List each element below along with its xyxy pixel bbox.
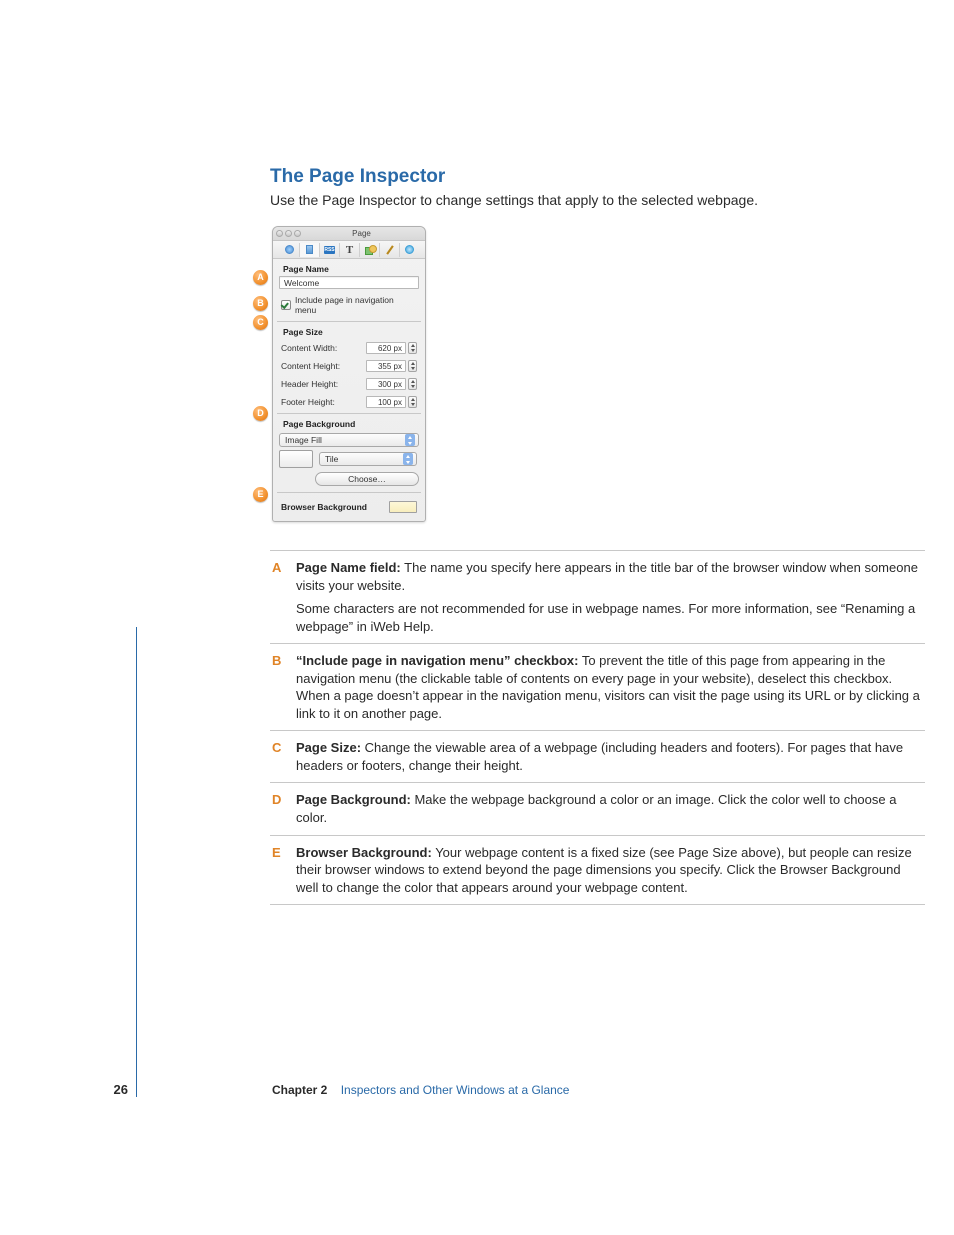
tab-text[interactable]: T <box>339 243 359 257</box>
browser-background-color-well[interactable] <box>389 501 417 513</box>
choose-button[interactable]: Choose… <box>315 472 419 486</box>
header-height-label: Header Height: <box>281 379 338 389</box>
definition-row: CPage Size: Change the viewable area of … <box>270 731 925 783</box>
definition-paragraph: Some characters are not recommended for … <box>296 600 925 635</box>
definition-title: Page Name field: <box>296 560 401 575</box>
callout-badge-b: B <box>253 296 268 311</box>
intro-paragraph: Use the Page Inspector to change setting… <box>270 192 925 208</box>
content-height-field[interactable]: 355 px <box>366 360 406 372</box>
page-background-section-label: Page Background <box>277 414 421 431</box>
content-width-field[interactable]: 620 px <box>366 342 406 354</box>
callout-badge-d: D <box>253 406 268 421</box>
definition-paragraph: Page Name field: The name you specify he… <box>296 559 925 594</box>
callout-badge-c: C <box>253 315 268 330</box>
callout-badge-a: A <box>253 270 268 285</box>
page-name-field[interactable]: Welcome <box>279 276 419 289</box>
page-name-section-label: Page Name <box>277 259 421 276</box>
definition-body: Page Name field: The name you specify he… <box>296 559 925 635</box>
shapes-icon <box>365 245 375 254</box>
page-icon <box>306 245 313 254</box>
definition-body: Page Background: Make the webpage backgr… <box>296 791 925 826</box>
content-width-stepper[interactable] <box>408 342 417 354</box>
tab-page[interactable] <box>299 243 319 257</box>
definition-body: Page Size: Change the viewable area of a… <box>296 739 925 774</box>
include-nav-label: Include page in navigation menu <box>295 295 417 315</box>
definition-title: Page Background: <box>296 792 411 807</box>
chapter-label: Chapter 2 <box>272 1083 327 1097</box>
window-title: Page <box>301 229 422 238</box>
content-height-stepper[interactable] <box>408 360 417 372</box>
popup-carets-icon <box>403 453 413 465</box>
tab-site[interactable] <box>279 243 299 257</box>
window-traffic-lights[interactable] <box>276 230 301 237</box>
definition-letter: A <box>270 559 296 635</box>
page-size-section-label: Page Size <box>277 322 421 339</box>
definition-title: Browser Background: <box>296 845 432 860</box>
definition-letter: D <box>270 791 296 826</box>
text-icon: T <box>346 244 353 256</box>
image-fill-popup[interactable]: Image Fill <box>279 433 419 447</box>
content-width-label: Content Width: <box>281 343 337 353</box>
section-heading: The Page Inspector <box>270 166 925 188</box>
definition-paragraph: Browser Background: Your webpage content… <box>296 844 925 897</box>
definition-paragraph: Page Background: Make the webpage backgr… <box>296 791 925 826</box>
footer-height-stepper[interactable] <box>408 396 417 408</box>
header-height-stepper[interactable] <box>408 378 417 390</box>
footer-height-label: Footer Height: <box>281 397 335 407</box>
inspector-tabs: RSS T <box>273 241 425 259</box>
footer-height-field[interactable]: 100 px <box>366 396 406 408</box>
tile-popup[interactable]: Tile <box>319 452 417 466</box>
tab-quicktime[interactable] <box>399 243 419 257</box>
definition-paragraph: “Include page in navigation menu” checkb… <box>296 652 925 722</box>
page-background-color-well[interactable] <box>279 450 313 468</box>
content-height-label: Content Height: <box>281 361 340 371</box>
window-titlebar: Page <box>273 227 425 241</box>
header-height-field[interactable]: 300 px <box>366 378 406 390</box>
tile-label: Tile <box>325 454 338 464</box>
footer-rule <box>136 627 137 1097</box>
image-fill-label: Image Fill <box>285 435 322 445</box>
include-nav-checkbox[interactable] <box>281 300 291 310</box>
definition-body: “Include page in navigation menu” checkb… <box>296 652 925 722</box>
quicktime-icon <box>405 245 414 254</box>
tab-graphic[interactable] <box>359 243 379 257</box>
callout-badge-e: E <box>253 487 268 502</box>
definition-row: DPage Background: Make the webpage backg… <box>270 783 925 835</box>
tab-rss[interactable]: RSS <box>319 243 339 257</box>
popup-carets-icon <box>405 434 415 446</box>
definition-letter: E <box>270 844 296 897</box>
tab-metrics[interactable] <box>379 243 399 257</box>
pencil-icon <box>386 245 393 254</box>
page-inspector-window: Page RSS T Page Name Welcome Inc <box>272 226 426 522</box>
definition-body: Browser Background: Your webpage content… <box>296 844 925 897</box>
definition-title: “Include page in navigation menu” checkb… <box>296 653 578 668</box>
globe-icon <box>285 245 294 254</box>
definition-letter: C <box>270 739 296 774</box>
definition-row: EBrowser Background: Your webpage conten… <box>270 836 925 906</box>
definition-paragraph: Page Size: Change the viewable area of a… <box>296 739 925 774</box>
page-number: 26 <box>0 1082 128 1097</box>
definition-row: APage Name field: The name you specify h… <box>270 551 925 644</box>
browser-background-section-label: Browser Background <box>281 502 367 512</box>
inspector-figure: Page RSS T Page Name Welcome Inc <box>270 226 450 522</box>
definition-letter: B <box>270 652 296 722</box>
callout-definitions: APage Name field: The name you specify h… <box>270 550 925 905</box>
definition-row: B“Include page in navigation menu” check… <box>270 644 925 731</box>
rss-icon: RSS <box>324 246 335 254</box>
definition-title: Page Size: <box>296 740 361 755</box>
page-footer: 26 Chapter 2 Inspectors and Other Window… <box>0 1082 954 1097</box>
chapter-title: Inspectors and Other Windows at a Glance <box>341 1083 570 1097</box>
